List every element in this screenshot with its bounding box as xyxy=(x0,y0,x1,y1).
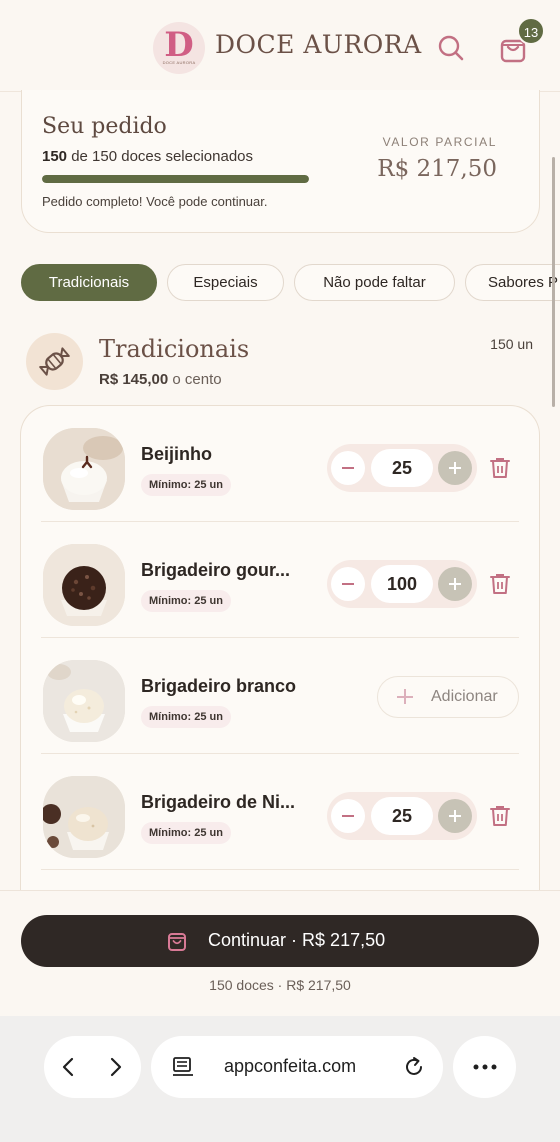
navigation-pill xyxy=(44,1036,141,1098)
trash-icon xyxy=(490,806,510,826)
section-price-value: R$ 145,00 xyxy=(99,371,169,388)
add-button-label: Adicionar xyxy=(431,688,498,705)
order-progress-fill xyxy=(42,175,309,183)
section-count: 150 un xyxy=(490,336,533,352)
remove-button[interactable] xyxy=(489,804,511,828)
checkout-footer: Continuar · R$ 217,50 150 doces · R$ 217… xyxy=(0,890,560,1018)
decrease-button[interactable] xyxy=(331,799,365,833)
category-tabs: Tradicionais Especiais Não pode faltar S… xyxy=(0,264,560,302)
product-list: Beijinho Mínimo: 25 un 25 Brigadeiro gou… xyxy=(20,405,540,905)
order-progress-bar xyxy=(42,175,309,183)
quantity-stepper: 25 xyxy=(327,444,477,492)
product-minimum: Mínimo: 25 un xyxy=(141,706,231,728)
product-minimum: Mínimo: 25 un xyxy=(141,822,231,844)
product-row: Beijinho Mínimo: 25 un 25 xyxy=(41,406,519,522)
trash-icon xyxy=(490,574,510,594)
chevron-right-icon[interactable] xyxy=(106,1055,126,1079)
section-title: Tradicionais xyxy=(99,335,250,363)
address-bar[interactable]: appconfeita.com xyxy=(151,1036,443,1098)
order-status-message: Pedido completo! Você pode continuar. xyxy=(42,194,268,209)
increase-button[interactable] xyxy=(438,567,472,601)
cart-count-badge: 13 xyxy=(517,17,545,45)
brand-name: DOCE AURORA xyxy=(215,30,422,59)
product-name: Brigadeiro branco xyxy=(141,676,297,696)
add-button[interactable]: Adicionar xyxy=(377,676,519,718)
remove-button[interactable] xyxy=(489,572,511,596)
brand-logo[interactable]: D DOCE AURORA xyxy=(153,22,205,74)
product-row: Brigadeiro gour... Mínimo: 25 un 100 xyxy=(41,522,519,638)
reader-icon[interactable] xyxy=(171,1055,195,1079)
tab-nao-pode-faltar[interactable]: Não pode faltar xyxy=(294,264,455,301)
trash-icon xyxy=(490,458,510,478)
order-count-suffix: de 150 doces selecionados xyxy=(71,148,254,165)
logo-small-text: DOCE AURORA xyxy=(162,60,196,65)
chevron-left-icon[interactable] xyxy=(58,1055,78,1079)
browser-toolbar: appconfeita.com xyxy=(0,1016,560,1142)
product-image xyxy=(43,428,125,510)
product-name: Brigadeiro de Ni... xyxy=(141,792,296,812)
tab-especiais[interactable]: Especiais xyxy=(167,264,284,301)
quantity-stepper: 100 xyxy=(327,560,477,608)
section-price: R$ 145,00 o cento xyxy=(99,371,222,388)
decrease-button[interactable] xyxy=(331,451,365,485)
decrease-button[interactable] xyxy=(331,567,365,601)
section-icon-wrap xyxy=(26,333,83,390)
product-image xyxy=(43,776,125,858)
product-name: Beijinho xyxy=(141,444,212,464)
continue-button[interactable]: Continuar · R$ 217,50 xyxy=(21,915,539,967)
quantity-value[interactable]: 25 xyxy=(371,449,433,487)
more-button[interactable] xyxy=(453,1036,516,1098)
candy-icon xyxy=(39,347,70,376)
tab-sabores[interactable]: Sabores P xyxy=(465,264,560,301)
plus-icon xyxy=(397,688,415,706)
logo-letter: D xyxy=(164,25,194,65)
url-text: appconfeita.com xyxy=(224,1056,357,1076)
increase-button[interactable] xyxy=(438,799,472,833)
increase-button[interactable] xyxy=(438,451,472,485)
shopping-bag-icon xyxy=(168,933,186,951)
product-row: Brigadeiro de Ni... Mínimo: 25 un 25 xyxy=(41,754,519,870)
section-price-suffix: o cento xyxy=(172,371,222,388)
product-row: Brigadeiro branco Mínimo: 25 un Adiciona… xyxy=(41,638,519,754)
continue-button-label: Continuar · R$ 217,50 xyxy=(208,930,386,950)
more-icon xyxy=(473,1064,497,1070)
scrollbar[interactable] xyxy=(552,157,555,407)
product-minimum: Mínimo: 25 un xyxy=(141,590,231,612)
order-count-selected: 150 xyxy=(42,148,68,165)
quantity-stepper: 25 xyxy=(327,792,477,840)
app-header: D DOCE AURORA DOCE AURORA 13 xyxy=(0,0,560,92)
order-summary-card: Seu pedido 150 de 150 doces selecionados… xyxy=(21,90,540,233)
product-image xyxy=(43,660,125,742)
product-minimum: Mínimo: 25 un xyxy=(141,474,231,496)
product-name: Brigadeiro gour... xyxy=(141,560,291,580)
reload-icon[interactable] xyxy=(401,1054,427,1080)
tab-tradicionais[interactable]: Tradicionais xyxy=(21,264,157,301)
search-icon xyxy=(438,35,464,61)
order-count: 150 de 150 doces selecionados xyxy=(42,148,253,165)
order-title: Seu pedido xyxy=(42,114,167,139)
order-summary-line: 150 doces · R$ 217,50 xyxy=(209,977,351,993)
quantity-value[interactable]: 25 xyxy=(371,797,433,835)
quantity-value[interactable]: 100 xyxy=(371,565,433,603)
partial-value: R$ 217,50 xyxy=(377,156,497,182)
partial-value-label: VALOR PARCIAL xyxy=(382,135,497,149)
search-button[interactable] xyxy=(436,33,466,63)
product-image xyxy=(43,544,125,626)
remove-button[interactable] xyxy=(489,456,511,480)
